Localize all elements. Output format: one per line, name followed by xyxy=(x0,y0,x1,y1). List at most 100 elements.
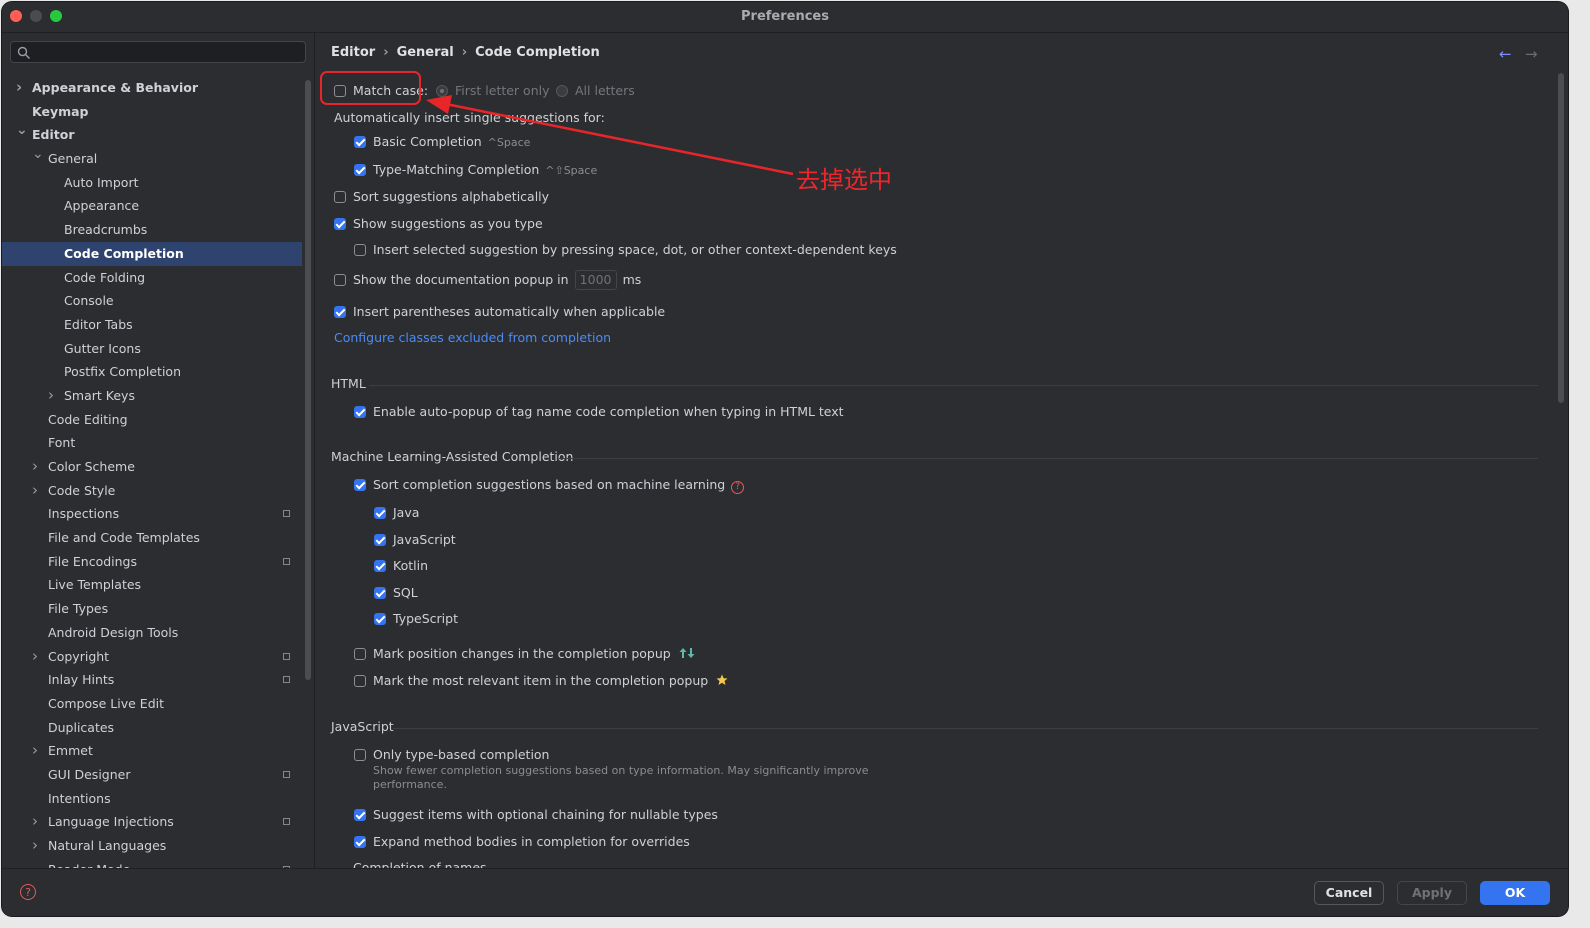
sidebar-item-smart-keys[interactable]: › Smart Keys xyxy=(2,384,302,408)
insert-parens-checkbox[interactable] xyxy=(334,306,346,318)
sidebar-item-appearance-behavior[interactable]: › Appearance & Behavior xyxy=(2,76,302,100)
doc-popup-delay-input[interactable]: 1000 xyxy=(574,270,617,290)
doc-popup-option[interactable]: Show the documentation popup in 1000 ms xyxy=(334,270,641,290)
back-arrow-icon[interactable]: ← xyxy=(1499,45,1512,63)
optional-chaining-checkbox[interactable] xyxy=(354,809,366,821)
sidebar-item-inspections[interactable]: Inspections xyxy=(2,502,302,526)
sidebar-item-editor-tabs[interactable]: Editor Tabs xyxy=(2,313,302,337)
help-icon[interactable]: ? xyxy=(20,884,36,900)
sidebar-item-color-scheme[interactable]: › Color Scheme xyxy=(2,455,302,479)
only-type-based-option[interactable]: Only type-based completion xyxy=(354,745,549,765)
sidebar-item-appearance[interactable]: Appearance xyxy=(2,194,302,218)
cancel-button[interactable]: Cancel xyxy=(1314,881,1384,905)
sidebar-item-font[interactable]: Font xyxy=(2,431,302,455)
content-scrollbar[interactable] xyxy=(1558,73,1564,403)
ok-button[interactable]: OK xyxy=(1480,881,1550,905)
chevron-down-icon[interactable]: ⌄ xyxy=(32,143,44,167)
sidebar-item-keymap[interactable]: Keymap xyxy=(2,100,302,124)
sidebar-item-file-and-code-templates[interactable]: File and Code Templates xyxy=(2,526,302,550)
sidebar-item-language-injections[interactable]: › Language Injections xyxy=(2,810,302,834)
sidebar-item-label: Emmet xyxy=(48,743,93,759)
chevron-right-icon[interactable]: › xyxy=(32,810,38,834)
breadcrumb-editor[interactable]: Editor xyxy=(331,45,375,60)
sidebar-item-intentions[interactable]: Intentions xyxy=(2,787,302,811)
sidebar-item-android-design-tools[interactable]: Android Design Tools xyxy=(2,621,302,645)
type-matching-checkbox[interactable] xyxy=(354,164,366,176)
sidebar-item-natural-languages[interactable]: › Natural Languages xyxy=(2,834,302,858)
chevron-right-icon[interactable]: › xyxy=(32,455,38,479)
type-matching-option[interactable]: Type-Matching Completion ^⇧Space xyxy=(354,160,597,180)
sidebar-item-label: Gutter Icons xyxy=(64,340,141,356)
sidebar-item-breadcrumbs[interactable]: Breadcrumbs xyxy=(2,218,302,242)
chevron-right-icon[interactable]: › xyxy=(32,834,38,858)
mark-position-option[interactable]: Mark position changes in the completion … xyxy=(354,644,695,664)
sidebar-item-compose-live-edit[interactable]: Compose Live Edit xyxy=(2,692,302,716)
sidebar-item-code-style[interactable]: › Code Style xyxy=(2,479,302,503)
sort-alpha-option[interactable]: Sort suggestions alphabetically xyxy=(334,187,549,207)
expand-method-option[interactable]: Expand method bodies in completion for o… xyxy=(354,832,690,852)
sidebar-item-code-completion[interactable]: Code Completion xyxy=(2,241,302,266)
ml-kotlin-checkbox[interactable] xyxy=(374,560,386,572)
ml-sql-option[interactable]: SQL xyxy=(374,583,418,603)
sidebar-item-console[interactable]: Console xyxy=(2,289,302,313)
basic-completion-option[interactable]: Basic Completion ^Space xyxy=(354,132,530,152)
ml-typescript-checkbox[interactable] xyxy=(374,613,386,625)
sidebar-item-general[interactable]: ⌄ General xyxy=(2,146,302,171)
ml-kotlin-option[interactable]: Kotlin xyxy=(374,556,428,576)
basic-completion-checkbox[interactable] xyxy=(354,136,366,148)
ml-java-option[interactable]: Java xyxy=(374,503,419,523)
expand-method-checkbox[interactable] xyxy=(354,836,366,848)
ml-sort-checkbox[interactable] xyxy=(354,479,366,491)
sidebar-item-duplicates[interactable]: Duplicates xyxy=(2,716,302,740)
sidebar-scrollbar[interactable] xyxy=(305,80,311,680)
help-icon[interactable]: ? xyxy=(731,481,745,494)
breadcrumb-general[interactable]: General xyxy=(397,45,454,60)
sidebar-item-gutter-icons[interactable]: Gutter Icons xyxy=(2,337,302,361)
optional-chaining-option[interactable]: Suggest items with optional chaining for… xyxy=(354,805,718,825)
chevron-right-icon[interactable]: › xyxy=(32,739,38,763)
mark-relevant-checkbox[interactable] xyxy=(354,675,366,687)
configure-excluded-link[interactable]: Configure classes excluded from completi… xyxy=(334,328,611,348)
sidebar-item-file-encodings[interactable]: File Encodings xyxy=(2,550,302,574)
chevron-right-icon[interactable]: › xyxy=(32,479,38,503)
forward-arrow-icon[interactable]: → xyxy=(1525,45,1538,63)
chevron-down-icon[interactable]: ⌄ xyxy=(16,119,28,143)
sidebar-item-postfix-completion[interactable]: Postfix Completion xyxy=(2,360,302,384)
chevron-right-icon[interactable]: › xyxy=(32,645,38,669)
ml-javascript-option[interactable]: JavaScript xyxy=(374,530,456,550)
show-as-type-option[interactable]: Show suggestions as you type xyxy=(334,214,543,234)
chevron-right-icon[interactable]: › xyxy=(16,76,22,100)
html-autopopup-option[interactable]: Enable auto-popup of tag name code compl… xyxy=(354,402,844,422)
sidebar-item-code-editing[interactable]: Code Editing xyxy=(2,408,302,432)
apply-button[interactable]: Apply xyxy=(1397,881,1467,905)
sidebar-item-inlay-hints[interactable]: Inlay Hints xyxy=(2,668,302,692)
insert-selected-checkbox[interactable] xyxy=(354,244,366,256)
show-as-type-checkbox[interactable] xyxy=(334,218,346,230)
sidebar-item-label: Appearance & Behavior xyxy=(32,80,198,95)
search-input[interactable] xyxy=(10,41,306,63)
insert-parens-option[interactable]: Insert parentheses automatically when ap… xyxy=(334,302,665,322)
sidebar-item-auto-import[interactable]: Auto Import xyxy=(2,171,302,195)
sort-alpha-checkbox[interactable] xyxy=(334,191,346,203)
ml-javascript-checkbox[interactable] xyxy=(374,534,386,546)
html-autopopup-checkbox[interactable] xyxy=(354,406,366,418)
ml-sort-option[interactable]: Sort completion suggestions based on mac… xyxy=(354,475,745,495)
sidebar-item-copyright[interactable]: › Copyright xyxy=(2,645,302,669)
doc-popup-checkbox[interactable] xyxy=(334,274,346,286)
sidebar-item-emmet[interactable]: › Emmet xyxy=(2,739,302,763)
ml-typescript-option[interactable]: TypeScript xyxy=(374,609,458,629)
sidebar-item-editor[interactable]: ⌄ Editor xyxy=(2,122,302,147)
mark-relevant-option[interactable]: Mark the most relevant item in the compl… xyxy=(354,671,728,691)
sidebar-item-live-templates[interactable]: Live Templates xyxy=(2,573,302,597)
sidebar-item-label: Code Folding xyxy=(64,269,146,285)
ml-sql-checkbox[interactable] xyxy=(374,587,386,599)
sidebar-item-file-types[interactable]: File Types xyxy=(2,597,302,621)
sidebar-item-reader-mode[interactable]: Reader Mode xyxy=(2,858,302,868)
insert-selected-option[interactable]: Insert selected suggestion by pressing s… xyxy=(354,240,897,260)
sidebar-item-code-folding[interactable]: Code Folding xyxy=(2,266,302,290)
chevron-right-icon[interactable]: › xyxy=(48,384,54,408)
only-type-based-checkbox[interactable] xyxy=(354,749,366,761)
ml-java-checkbox[interactable] xyxy=(374,507,386,519)
mark-position-checkbox[interactable] xyxy=(354,648,366,660)
sidebar-item-gui-designer[interactable]: GUI Designer xyxy=(2,763,302,787)
